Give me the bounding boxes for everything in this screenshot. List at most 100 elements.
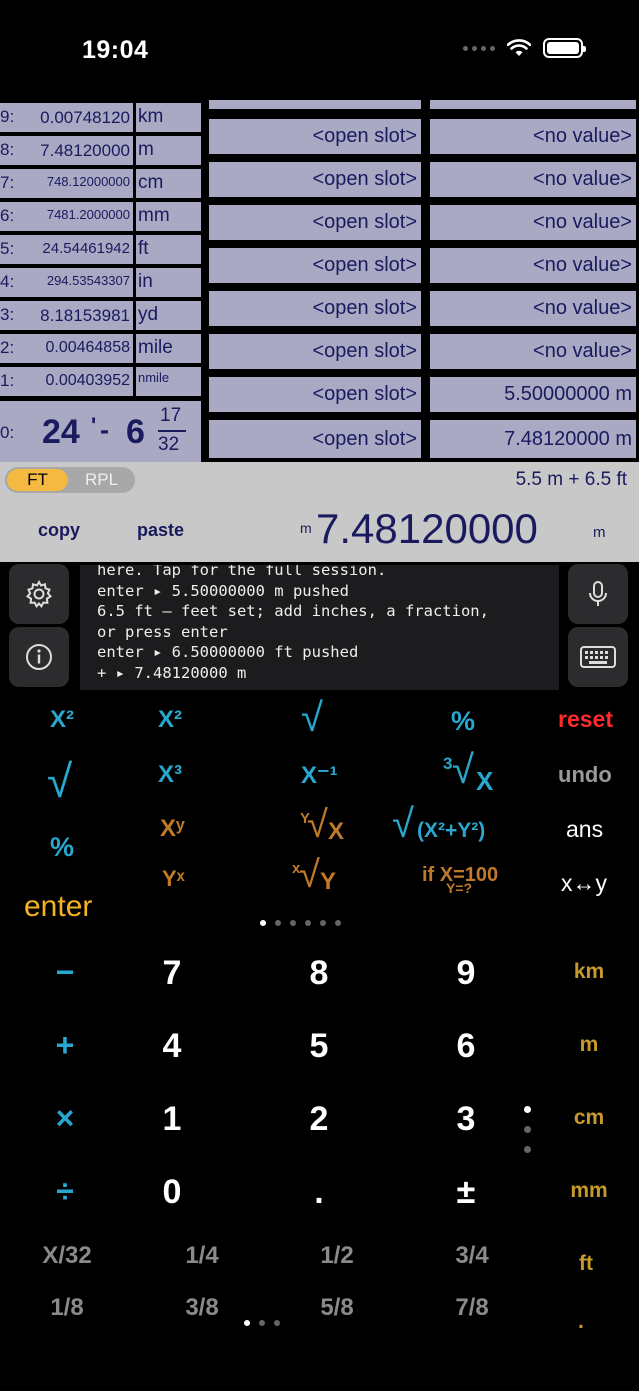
key-frac-1-2[interactable]: 1/2	[292, 1242, 382, 1270]
key-7[interactable]: 7	[132, 954, 212, 993]
key-frac-7-8[interactable]: 7/8	[427, 1294, 517, 1322]
stack-register-row[interactable]: 7481.2000000 6: mm	[0, 202, 201, 231]
key-9[interactable]: 9	[426, 954, 506, 993]
microphone-button[interactable]	[568, 564, 628, 624]
key-3[interactable]: 3	[426, 1100, 506, 1139]
radical-icon: √	[392, 802, 414, 846]
copy-button[interactable]: copy	[38, 520, 80, 541]
stack-register-row[interactable]: 294.53543307 4: in	[0, 268, 201, 297]
paste-button[interactable]: paste	[137, 520, 184, 541]
key-frac-1-8[interactable]: 1/8	[22, 1294, 112, 1322]
stack-register-row[interactable]: 0.00748120 9: km	[0, 103, 201, 132]
key-plus-minus[interactable]: ±	[426, 1173, 506, 1212]
register-value-box: 748.12000000	[0, 169, 133, 198]
unit-more-key[interactable]: .	[578, 1310, 584, 1334]
stack-register-row[interactable]: 24.54461942 5: ft	[0, 235, 201, 264]
unit-ft-key[interactable]: ft	[579, 1252, 593, 1276]
mode-rpl-button[interactable]: RPL	[70, 469, 133, 491]
key-x-root-y[interactable]: x √ Y	[290, 854, 340, 900]
memory-slot[interactable]: <open slot>	[209, 205, 421, 240]
key-0[interactable]: 0	[132, 1173, 212, 1212]
memory-slot[interactable]: <open slot>	[209, 422, 421, 458]
key-frac-3-8[interactable]: 3/8	[157, 1294, 247, 1322]
key-y-root-x[interactable]: Y √ X	[298, 804, 348, 850]
function-page-indicator[interactable]	[260, 920, 341, 926]
memory-slot[interactable]: <open slot>	[209, 377, 421, 412]
memory-slot-value[interactable]: 7.48120000 m	[430, 422, 636, 458]
register-value-box: 0.00403952	[0, 367, 133, 396]
key-y-power-x[interactable]: Yˣ	[162, 866, 185, 892]
key-percent-2[interactable]: %	[50, 832, 74, 863]
unit-cm-key[interactable]: cm	[549, 1106, 629, 1130]
key-8[interactable]: 8	[279, 954, 359, 993]
unit-mm-key[interactable]: mm	[549, 1179, 629, 1203]
keyboard-button[interactable]	[568, 627, 628, 687]
key-swap-xy[interactable]: x↔y	[561, 870, 607, 897]
register-value: 24.54461942	[42, 240, 130, 257]
memory-slot-value[interactable]: 5.50000000 m	[430, 377, 636, 412]
x-root-operand: Y	[320, 868, 337, 895]
key-frac-1-4[interactable]: 1/4	[157, 1242, 247, 1270]
key-frac-x32[interactable]: X/32	[22, 1242, 112, 1270]
register-unit-box: cm	[136, 169, 201, 198]
key-x-squared[interactable]: X²	[50, 706, 74, 734]
key-reset[interactable]: reset	[558, 706, 613, 733]
key-cube-root[interactable]: 3 √ X	[443, 748, 503, 796]
stack-register-row[interactable]: 748.12000000 7: cm	[0, 169, 201, 198]
key-multiply[interactable]: ×	[25, 1100, 105, 1137]
stack-register-row[interactable]: 8.18153981 3: yd	[0, 301, 201, 330]
key-2[interactable]: 2	[279, 1100, 359, 1139]
memory-slot[interactable]: <open slot>	[209, 334, 421, 369]
key-decimal[interactable]: .	[279, 1173, 359, 1212]
key-percent[interactable]: %	[451, 706, 475, 737]
key-6[interactable]: 6	[426, 1027, 506, 1066]
key-x-cubed[interactable]: X³	[158, 761, 182, 789]
key-minus[interactable]: −	[25, 954, 105, 991]
unit-scroll-indicator[interactable]	[524, 1106, 531, 1153]
stack-register-row[interactable]: 7.48120000 8: m	[0, 136, 201, 165]
mode-ft-button[interactable]: FT	[7, 469, 68, 491]
key-x-squared-2[interactable]: X²	[158, 706, 182, 734]
key-reciprocal[interactable]: X⁻¹	[301, 761, 338, 790]
key-frac-5-8[interactable]: 5/8	[292, 1294, 382, 1322]
fraction-page-indicator[interactable]	[244, 1320, 280, 1326]
key-undo[interactable]: undo	[558, 762, 612, 788]
unit-m-key[interactable]: m	[549, 1033, 629, 1057]
session-log[interactable]: here. Tap for the full session. enter ▸ 5…	[80, 565, 559, 690]
memory-slot-value[interactable]: <no value>	[430, 162, 636, 197]
memory-slot[interactable]: <open slot>	[209, 291, 421, 326]
memory-slot-value[interactable]: <no value>	[430, 334, 636, 369]
stack-register-row[interactable]: 0.00464858 2: mile	[0, 334, 201, 363]
key-plus[interactable]: +	[25, 1027, 105, 1064]
stack-register-row[interactable]: 0.00403952 1: nmile	[0, 367, 201, 396]
key-sqrt-2[interactable]: √	[47, 754, 72, 808]
memory-slot-value-text: 7.48120000 m	[504, 428, 632, 450]
key-frac-3-4[interactable]: 3/4	[427, 1242, 517, 1270]
key-1[interactable]: 1	[132, 1100, 212, 1139]
register-value-box: 7481.2000000	[0, 202, 133, 231]
fraction-bar	[158, 430, 186, 432]
unit-km-key[interactable]: km	[549, 960, 629, 984]
memory-slot[interactable]: <open slot>	[209, 119, 421, 154]
key-hypotenuse[interactable]: √ (X²+Y²)	[392, 802, 512, 850]
memory-slot-value[interactable]: <no value>	[430, 291, 636, 326]
settings-button[interactable]	[9, 564, 69, 624]
radical-icon: √	[299, 854, 320, 896]
key-4[interactable]: 4	[132, 1027, 212, 1066]
key-5[interactable]: 5	[279, 1027, 359, 1066]
key-x-power-y[interactable]: Xʸ	[160, 815, 185, 843]
key-divide[interactable]: ÷	[25, 1173, 105, 1210]
memory-slot-value[interactable]: <no value>	[430, 248, 636, 283]
gear-icon	[25, 579, 53, 608]
x-register[interactable]: 0: 24 ' - 6 17 32	[0, 401, 201, 462]
key-enter[interactable]: enter	[24, 890, 92, 924]
cube-root-operand: X	[476, 766, 494, 796]
key-sqrt[interactable]: √	[301, 696, 323, 741]
key-ans[interactable]: ans	[566, 816, 603, 843]
memory-slot[interactable]: <open slot>	[209, 162, 421, 197]
memory-slot[interactable]: <open slot>	[209, 248, 421, 283]
info-button[interactable]	[9, 627, 69, 687]
memory-slot-value[interactable]: <no value>	[430, 119, 636, 154]
memory-slot-value[interactable]: <no value>	[430, 205, 636, 240]
memory-slot-value-text: <no value>	[533, 297, 632, 319]
